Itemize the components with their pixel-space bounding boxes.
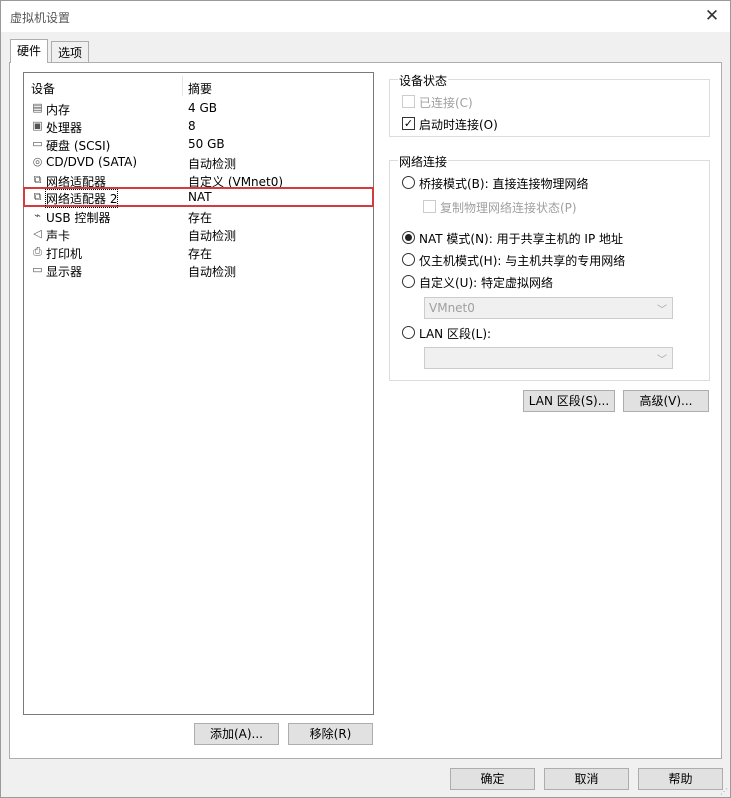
remove-button[interactable]: 移除(R) bbox=[288, 723, 373, 745]
network-adapter-icon: ⧉ bbox=[33, 190, 42, 203]
device-name: 打印机 bbox=[46, 247, 83, 261]
nat-label[interactable]: NAT 模式(N): 用于共享主机的 IP 地址 bbox=[419, 230, 623, 247]
device-name: USB 控制器 bbox=[46, 211, 111, 225]
connected-checkbox[interactable] bbox=[402, 95, 415, 108]
device-row-memory[interactable]: ▤ 内存 4 GB bbox=[24, 99, 373, 117]
device-row-sound-card[interactable]: ◁ 声卡 自动检测 bbox=[24, 225, 373, 243]
device-column-header[interactable]: 设备 bbox=[31, 80, 55, 97]
processor-icon: ▣ bbox=[32, 119, 43, 132]
device-name: CD/DVD (SATA) bbox=[46, 155, 138, 169]
tab-options[interactable]: 选项 bbox=[51, 41, 90, 62]
chevron-down-icon: ﹀ bbox=[657, 305, 667, 316]
nat-radio[interactable] bbox=[402, 231, 415, 244]
bridged-label[interactable]: 桥接模式(B): 直接连接物理网络 bbox=[419, 175, 588, 192]
display-icon: ▭ bbox=[32, 263, 43, 276]
window-title: 虚拟机设置 bbox=[10, 11, 71, 25]
device-status-title: 设备状态 bbox=[398, 72, 449, 89]
title-bar: 虚拟机设置 ✕ bbox=[1, 1, 730, 32]
cd-dvd-icon: ◎ bbox=[32, 155, 43, 168]
cancel-button[interactable]: 取消 bbox=[544, 768, 629, 790]
device-row-processor[interactable]: ▣ 处理器 8 bbox=[24, 117, 373, 135]
device-row-hard-disk[interactable]: ▭ 硬盘 (SCSI) 50 GB bbox=[24, 135, 373, 153]
connect-at-power-on-checkbox[interactable]: ✓ bbox=[402, 117, 415, 130]
connected-label[interactable]: 已连接(C) bbox=[419, 94, 473, 111]
summary-column-header[interactable]: 摘要 bbox=[188, 80, 212, 97]
device-name: 内存 bbox=[46, 103, 71, 117]
lan-segment-radio[interactable] bbox=[402, 326, 415, 339]
vm-settings-window: 虚拟机设置 ✕ 硬件 选项 设备 摘要 ▤ 内存 4 GB ▣ 处理器 8 ▭ … bbox=[0, 0, 731, 798]
device-row-display[interactable]: ▭ 显示器 自动检测 bbox=[24, 261, 373, 279]
replicate-state-checkbox[interactable] bbox=[423, 200, 436, 213]
chevron-down-icon: ﹀ bbox=[657, 355, 667, 366]
lan-segment-select[interactable]: ﹀ bbox=[424, 347, 673, 369]
device-summary: 50 GB bbox=[188, 137, 225, 151]
network-adapter-icon: ⧉ bbox=[33, 173, 42, 186]
device-name: 显示器 bbox=[46, 265, 83, 279]
network-connection-title: 网络连接 bbox=[398, 153, 449, 170]
device-summary: NAT bbox=[188, 190, 212, 204]
device-summary: 自动检测 bbox=[188, 157, 237, 171]
bridged-radio[interactable] bbox=[402, 176, 415, 189]
tab-hardware[interactable]: 硬件 bbox=[10, 39, 49, 63]
lan-segments-button[interactable]: LAN 区段(S)... bbox=[523, 390, 615, 412]
device-summary: 存在 bbox=[188, 247, 213, 261]
device-summary: 自动检测 bbox=[188, 229, 237, 243]
custom-label[interactable]: 自定义(U): 特定虚拟网络 bbox=[419, 274, 553, 291]
replicate-state-label[interactable]: 复制物理网络连接状态(P) bbox=[440, 199, 577, 216]
resize-grip-icon[interactable]: ⋰ bbox=[720, 787, 730, 797]
usb-icon: ⌁ bbox=[34, 209, 41, 222]
hard-disk-icon: ▭ bbox=[32, 137, 43, 150]
add-button[interactable]: 添加(A)... bbox=[194, 723, 279, 745]
device-row-network-adapter[interactable]: ⧉ 网络适配器 自定义 (VMnet0) bbox=[24, 171, 373, 189]
device-name: 网络适配器 2 bbox=[44, 189, 119, 208]
advanced-button[interactable]: 高级(V)... bbox=[623, 390, 709, 412]
help-button[interactable]: 帮助 bbox=[638, 768, 723, 790]
device-name: 声卡 bbox=[46, 229, 71, 243]
connect-at-power-on-label[interactable]: 启动时连接(O) bbox=[419, 116, 498, 133]
printer-icon: ⎙ bbox=[33, 245, 42, 258]
device-row-cd-dvd[interactable]: ◎ CD/DVD (SATA) 自动检测 bbox=[24, 153, 373, 171]
device-list[interactable]: 设备 摘要 ▤ 内存 4 GB ▣ 处理器 8 ▭ 硬盘 (SCSI) 50 G… bbox=[23, 72, 374, 715]
lan-segment-label[interactable]: LAN 区段(L): bbox=[419, 325, 491, 342]
device-summary: 8 bbox=[188, 119, 196, 133]
device-row-printer[interactable]: ⎙ 打印机 存在 bbox=[24, 243, 373, 261]
radio-selected-dot bbox=[405, 234, 412, 241]
close-icon[interactable]: ✕ bbox=[702, 5, 722, 27]
device-name: 处理器 bbox=[46, 121, 83, 135]
device-summary: 存在 bbox=[188, 211, 213, 225]
device-summary: 自动检测 bbox=[188, 265, 237, 279]
device-row-usb-controller[interactable]: ⌁ USB 控制器 存在 bbox=[24, 207, 373, 225]
host-only-radio[interactable] bbox=[402, 253, 415, 266]
device-summary: 4 GB bbox=[188, 101, 217, 115]
custom-network-select[interactable]: VMnet0 ﹀ bbox=[424, 297, 673, 319]
custom-network-value: VMnet0 bbox=[429, 301, 475, 315]
sound-icon: ◁ bbox=[33, 227, 42, 240]
host-only-label[interactable]: 仅主机模式(H): 与主机共享的专用网络 bbox=[419, 252, 625, 269]
custom-radio[interactable] bbox=[402, 275, 415, 288]
memory-icon: ▤ bbox=[32, 101, 43, 114]
device-row-network-adapter-2[interactable]: ⧉ 网络适配器 2 NAT bbox=[23, 187, 374, 208]
column-divider[interactable] bbox=[182, 76, 183, 96]
ok-button[interactable]: 确定 bbox=[450, 768, 535, 790]
device-name: 硬盘 (SCSI) bbox=[46, 139, 111, 153]
